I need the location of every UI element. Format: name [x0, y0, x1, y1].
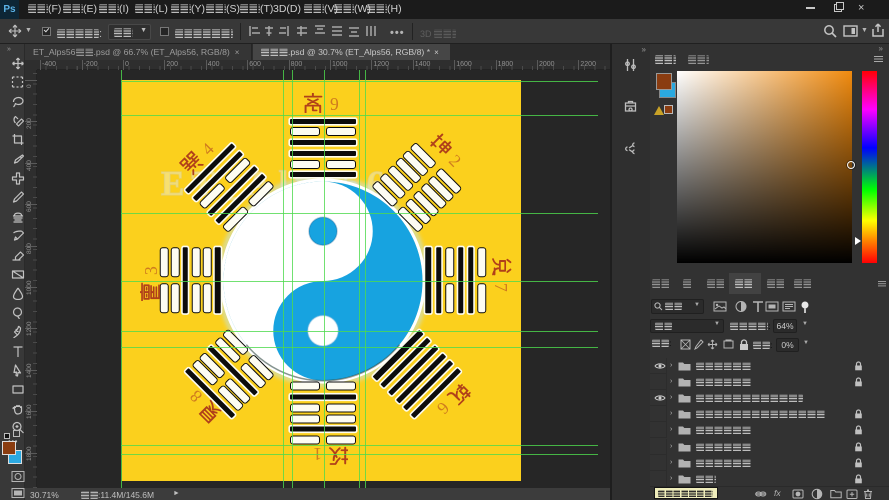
- svg-text:6: 6: [433, 398, 454, 419]
- svg-text:9: 9: [330, 94, 339, 113]
- svg-text:7: 7: [492, 283, 511, 292]
- svg-text:3: 3: [141, 266, 160, 275]
